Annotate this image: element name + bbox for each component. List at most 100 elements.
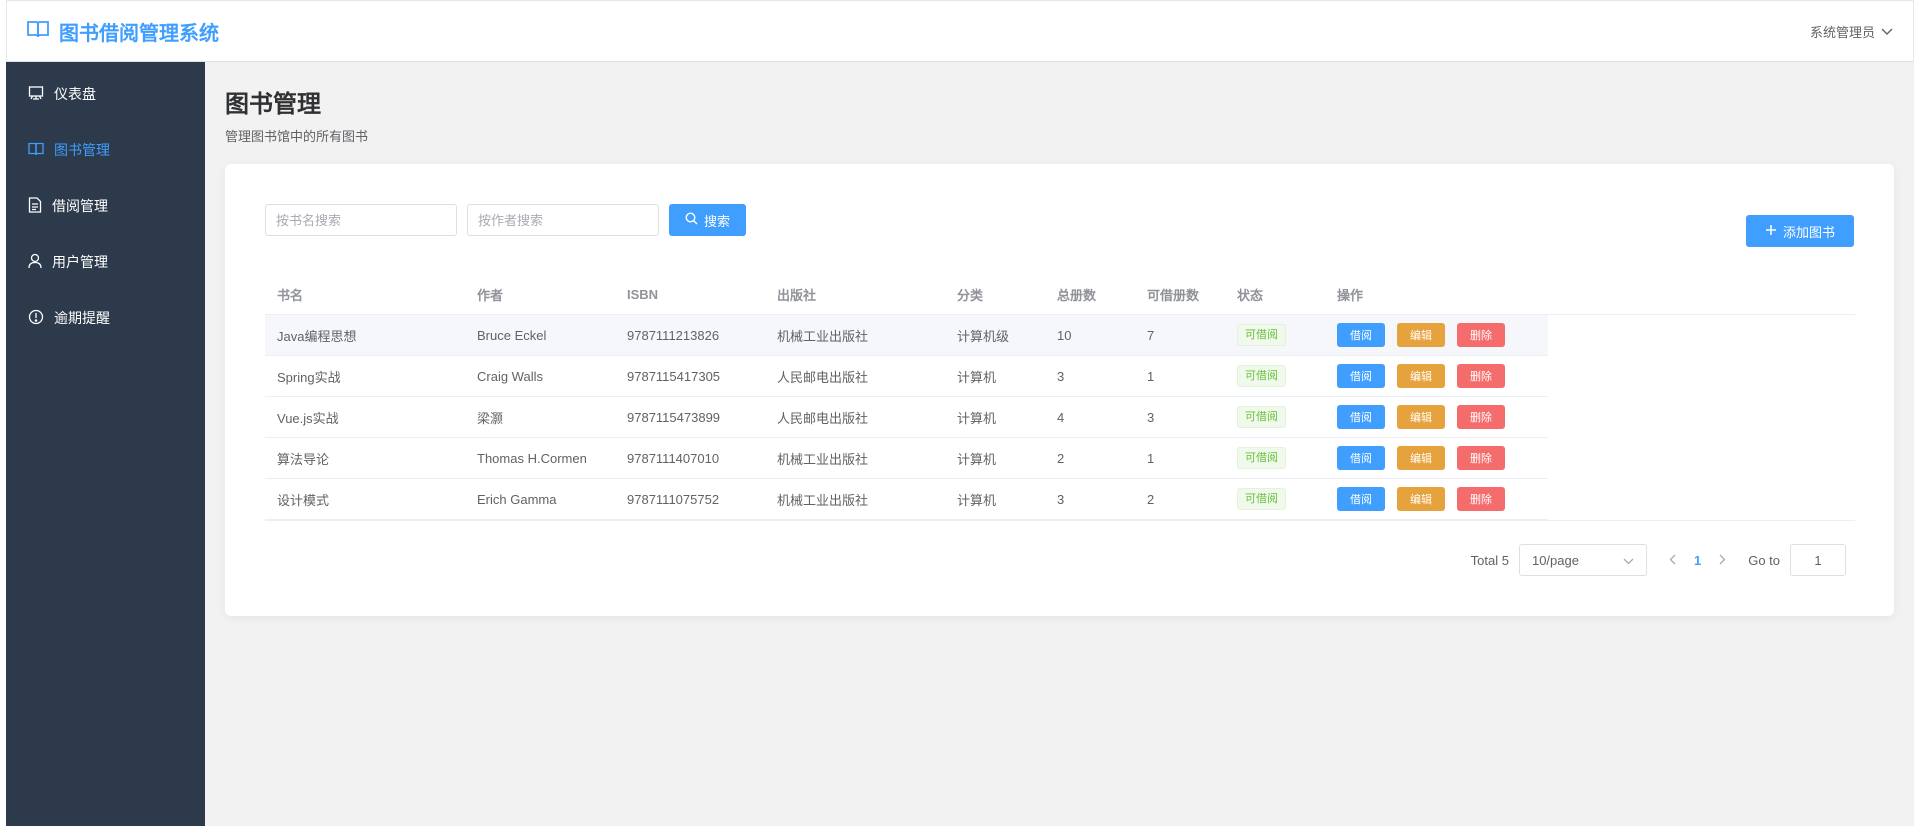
search-icon (685, 212, 698, 228)
book-author: Thomas H.Cormen (477, 450, 587, 466)
sidebar-item-borrowing[interactable]: 借阅管理 (6, 178, 205, 234)
row-actions: 借阅 编辑 删除 (1325, 487, 1538, 511)
brand[interactable]: 图书借阅管理系统 (27, 17, 219, 46)
table-row[interactable]: 设计模式 Erich Gamma 9787111075752 机械工业出版社 计… (265, 479, 1548, 520)
open-book-icon (27, 20, 49, 43)
search-button[interactable]: 搜索 (669, 204, 747, 236)
column-header: 分类 (957, 287, 984, 303)
column-header: 操作 (1337, 287, 1364, 303)
main-content: 图书管理 管理图书馆中的所有图书 搜索 添加图书 (205, 62, 1914, 826)
book-publisher: 机械工业出版社 (777, 328, 869, 344)
borrow-button[interactable]: 借阅 (1337, 487, 1385, 511)
sidebar-item-overdue[interactable]: 逾期提醒 (6, 290, 205, 346)
chevron-down-icon (1623, 553, 1634, 568)
book-category: 计算机 (957, 492, 997, 508)
row-actions: 借阅 编辑 删除 (1325, 364, 1538, 388)
column-header: 作者 (477, 287, 504, 303)
book-publisher: 机械工业出版社 (777, 451, 869, 467)
book-name: Java编程思想 (277, 328, 357, 344)
dashboard-icon (28, 85, 44, 104)
status-badge: 可借阅 (1237, 488, 1286, 510)
book-total: 3 (1057, 491, 1065, 507)
book-category: 计算机 (957, 369, 997, 385)
chevron-down-icon (1881, 24, 1893, 39)
document-icon (28, 196, 42, 216)
sidebar-item-label: 仪表盘 (54, 86, 96, 102)
goto-page-input[interactable] (1790, 544, 1846, 576)
sidebar-item-users[interactable]: 用户管理 (6, 234, 205, 290)
edit-button[interactable]: 编辑 (1397, 323, 1445, 347)
edit-button[interactable]: 编辑 (1397, 405, 1445, 429)
edit-button[interactable]: 编辑 (1397, 364, 1445, 388)
book-available: 2 (1147, 491, 1155, 507)
column-header: 可借册数 (1147, 287, 1200, 303)
status-badge: 可借阅 (1237, 324, 1286, 346)
book-isbn: 9787111213826 (627, 327, 720, 343)
edit-button[interactable]: 编辑 (1397, 446, 1445, 470)
book-icon (28, 142, 44, 159)
pagination: Total 5 10/page 1 Go to (1471, 544, 1846, 576)
book-total: 10 (1057, 327, 1072, 343)
pager: 1 (1669, 553, 1726, 568)
page-number-current[interactable]: 1 (1694, 553, 1701, 568)
goto-label: Go to (1748, 552, 1780, 568)
book-available: 7 (1147, 327, 1155, 343)
borrow-button[interactable]: 借阅 (1337, 446, 1385, 470)
book-available: 3 (1147, 409, 1155, 425)
page-size-select[interactable]: 10/page (1518, 544, 1647, 576)
column-header: 出版社 (777, 287, 817, 303)
book-author: 梁灏 (477, 410, 504, 426)
page-title: 图书管理 (225, 91, 321, 118)
sidebar-item-label: 图书管理 (54, 142, 110, 158)
user-icon (28, 253, 42, 272)
book-category: 计算机 (957, 410, 997, 426)
book-available: 1 (1147, 450, 1155, 466)
sidebar-item-label: 用户管理 (52, 254, 108, 270)
plus-icon (1765, 224, 1777, 239)
sidebar-item-books[interactable]: 图书管理 (6, 122, 205, 178)
table-row[interactable]: Vue.js实战 梁灏 9787115473899 人民邮电出版社 计算机 4 … (265, 397, 1548, 438)
pagination-total: Total 5 (1470, 552, 1509, 568)
book-author: Bruce Eckel (477, 327, 547, 343)
book-name: 算法导论 (277, 451, 330, 467)
column-header: 状态 (1237, 287, 1264, 303)
status-badge: 可借阅 (1237, 365, 1286, 387)
delete-button[interactable]: 删除 (1457, 487, 1505, 511)
author-search-input[interactable] (467, 204, 659, 236)
table-row[interactable]: Spring实战 Craig Walls 9787115417305 人民邮电出… (265, 356, 1548, 397)
delete-button[interactable]: 删除 (1457, 446, 1505, 470)
books-card: 搜索 添加图书 书名 作者 ISBN 出版社 分类 总册数 可借册数 (225, 164, 1894, 616)
delete-button[interactable]: 删除 (1457, 323, 1505, 347)
book-isbn: 9787111075752 (627, 491, 720, 507)
delete-button[interactable]: 删除 (1457, 364, 1505, 388)
sidebar-item-dashboard[interactable]: 仪表盘 (6, 66, 205, 122)
chevron-left-icon[interactable] (1669, 553, 1676, 568)
table-header: 书名 作者 ISBN 出版社 分类 总册数 可借册数 状态 操作 (265, 274, 1855, 315)
table-row[interactable]: Java编程思想 Bruce Eckel 9787111213826 机械工业出… (265, 315, 1548, 356)
borrow-button[interactable]: 借阅 (1337, 405, 1385, 429)
book-total: 3 (1057, 368, 1065, 384)
row-actions: 借阅 编辑 删除 (1325, 446, 1538, 470)
app-root: 图书借阅管理系统 系统管理员 仪表盘 图书管理 借阅管理 用户管理 逾期提醒 图… (0, 0, 1920, 826)
book-isbn: 9787111407010 (627, 450, 720, 466)
search-toolbar: 搜索 (265, 204, 747, 236)
sidebar-item-label: 逾期提醒 (54, 310, 110, 326)
user-name: 系统管理员 (1809, 24, 1875, 40)
sidebar: 仪表盘 图书管理 借阅管理 用户管理 逾期提醒 (6, 62, 205, 826)
book-publisher: 机械工业出版社 (777, 492, 869, 508)
add-book-label: 添加图书 (1782, 224, 1835, 240)
borrow-button[interactable]: 借阅 (1337, 364, 1385, 388)
delete-button[interactable]: 删除 (1457, 405, 1505, 429)
row-actions: 借阅 编辑 删除 (1325, 323, 1538, 347)
top-header: 图书借阅管理系统 系统管理员 (6, 0, 1914, 62)
book-name: Vue.js实战 (277, 410, 339, 426)
book-author: Erich Gamma (477, 491, 557, 507)
table-row[interactable]: 算法导论 Thomas H.Cormen 9787111407010 机械工业出… (265, 438, 1548, 479)
add-book-button[interactable]: 添加图书 (1746, 215, 1854, 247)
borrow-button[interactable]: 借阅 (1337, 323, 1385, 347)
edit-button[interactable]: 编辑 (1397, 487, 1445, 511)
chevron-right-icon[interactable] (1719, 553, 1726, 568)
user-dropdown[interactable]: 系统管理员 (1810, 22, 1893, 41)
title-search-input[interactable] (265, 204, 457, 236)
page-size-value: 10/page (1531, 552, 1579, 568)
